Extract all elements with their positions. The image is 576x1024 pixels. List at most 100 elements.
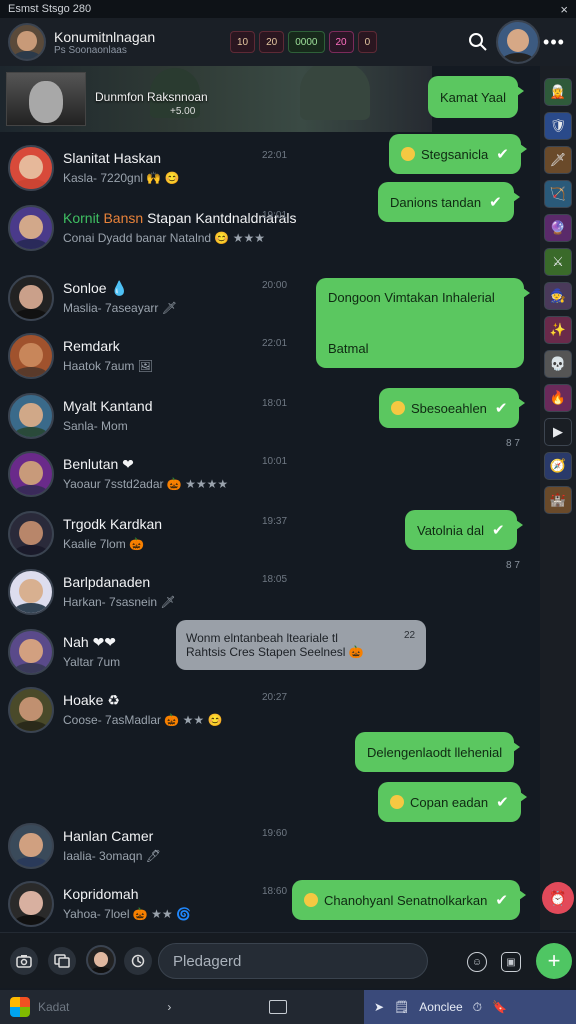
rail-app-icon[interactable]: 🏰	[544, 486, 572, 514]
message-bubble[interactable]: Danions tandan ✔	[378, 182, 520, 222]
note-icon[interactable]: 🗒	[394, 1000, 409, 1014]
avatar	[8, 145, 54, 191]
chat-list-item[interactable]: Sonloe 💧 Maslia- 7aseayarr 🗡 20:00	[0, 270, 300, 328]
taskbar-action[interactable]: Aonclee	[419, 1000, 462, 1014]
message-preview: Maslia- 7aseayarr 🗡	[63, 301, 177, 315]
send-arrow-icon[interactable]: ➤	[374, 1000, 384, 1014]
voice-icon[interactable]	[124, 947, 152, 975]
message-preview: Harkan- 7sasnein 🗡	[63, 595, 176, 609]
chat-timestamp: 22:01	[262, 338, 288, 349]
rail-app-icon[interactable]: 💀	[544, 350, 572, 378]
message-preview: Iaalia- 3omaqn 🖊	[63, 849, 161, 863]
rail-app-icon[interactable]: 🧙	[544, 282, 572, 310]
message-input[interactable]: Pledagerd ☺ ▣	[158, 943, 521, 979]
bookmark-icon[interactable]: 🔖	[492, 1000, 507, 1014]
checkmark-icon: ✔	[489, 194, 502, 211]
header-subtitle: Ps Soonaonlaas	[54, 44, 127, 56]
chat-list-item[interactable]: Slanitat Haskan Kasla- 7220gnl 🙌 😊 22:01	[0, 140, 300, 198]
chat-list-item[interactable]: Hanlan Camer Iaalia- 3omaqn 🖊 19:60	[0, 818, 300, 876]
avatar	[8, 629, 54, 675]
chat-list-item[interactable]: Remdark Haatok 7aum 🖼 22:01	[0, 328, 300, 386]
window-title: Esmst Stsgo 280	[8, 3, 92, 15]
chat-timestamp: 20:27	[262, 692, 288, 703]
game-banner[interactable]: Dunmfon Raksnnoan +5.00	[0, 66, 432, 132]
contact-name: Slanitat Haskan	[63, 150, 162, 166]
message-bubble[interactable]: Stegsanicla ✔	[389, 134, 527, 174]
chat-header: Konumitnlnagan Ps Soonaonlaas 10 20 0000…	[0, 18, 576, 66]
banner-sub: +5.00	[170, 106, 196, 117]
received-message-bubble[interactable]: Wonm elntanbeah lteariale tl Rahtsis Cre…	[176, 620, 426, 670]
message-text: Kamat Yaal	[440, 89, 507, 105]
message-bubble[interactable]: Vatolnia dal ✔	[405, 510, 523, 550]
close-icon[interactable]: ×	[560, 2, 568, 17]
rail-app-icon[interactable]: 🔥	[544, 384, 572, 412]
rail-app-icon[interactable]: 🗡	[544, 146, 572, 174]
checkmark-icon: ✔	[494, 400, 508, 417]
send-button[interactable]: +	[536, 943, 572, 979]
rail-app-icon[interactable]: 🧭	[544, 452, 572, 480]
chat-timestamp: 19:37	[262, 516, 288, 527]
chat-list-item[interactable]: Hoake ♻ Coose- 7asMadlar 🎃 ★★ 😊 20:27	[0, 682, 300, 740]
message-bubble[interactable]: Delengenlaodt llehenial	[355, 732, 521, 772]
message-text: Rahtsis Cres Stapen Seelnesl 🎃	[186, 645, 364, 659]
rail-app-icon[interactable]: 🛡	[544, 112, 572, 140]
taskbar-search[interactable]: Kadat	[38, 1000, 69, 1014]
rail-app-icon[interactable]: 🔮	[544, 214, 572, 242]
os-taskbar: Kadat › ➤ 🗒 Aonclee ⏱ 🔖	[0, 990, 576, 1024]
start-logo-icon[interactable]	[10, 997, 30, 1017]
avatar	[8, 205, 54, 251]
rail-app-icon[interactable]: ⚔	[544, 248, 572, 276]
profile-avatar[interactable]	[8, 23, 46, 61]
message-input-placeholder: Pledagerd	[173, 952, 242, 970]
contact-name-tag: Bansn	[103, 210, 144, 226]
chat-timestamp: 18:01	[262, 398, 288, 409]
message-bubble[interactable]: Kamat Yaal	[428, 76, 525, 118]
message-text: Danions tandan	[390, 194, 482, 210]
message-preview: Kaalie 7lom 🎃	[63, 537, 144, 551]
chevron-right-icon[interactable]: ›	[167, 1000, 171, 1014]
message-preview: Haatok 7aum 🖼	[63, 359, 153, 373]
tree-decoration	[300, 66, 370, 120]
message-composer: Pledagerd ☺ ▣ +	[0, 932, 576, 988]
message-time: 8 7	[506, 438, 520, 449]
message-bubble[interactable]: Sbesoeahlen ✔	[379, 388, 526, 428]
chat-list-item[interactable]: Trgodk Kardkan Kaalie 7lom 🎃 19:37	[0, 506, 300, 564]
message-bubble[interactable]: Copan eadan ✔	[378, 782, 527, 822]
chat-timestamp: 22:01	[262, 150, 288, 161]
message-text: Dongoon Vimtakan Inhalerial	[328, 290, 495, 305]
message-bubble[interactable]: Dongoon Vimtakan Inhalerial Batmal	[316, 278, 530, 368]
chat-list-item[interactable]: Myalt Kantand Sanla- Mom 18:01	[0, 388, 300, 446]
message-text: Delengenlaodt llehenial	[367, 744, 503, 760]
emoji-picker-icon[interactable]: ☺	[467, 952, 487, 972]
message-text: Sbesoeahlen	[411, 400, 487, 416]
rail-app-icon[interactable]: ✨	[544, 316, 572, 344]
clock-icon[interactable]: ⏱	[473, 1000, 482, 1015]
camera-icon[interactable]	[10, 947, 38, 975]
avatar	[8, 511, 54, 557]
search-icon[interactable]	[464, 28, 492, 56]
contact-name: Remdark	[63, 338, 120, 354]
rail-app-icon[interactable]: ▶	[544, 418, 572, 446]
hud-counter-5: 0	[357, 31, 378, 53]
message-bubble[interactable]: Chanohyanl Senatnolkarkan ✔	[292, 880, 526, 920]
contact-name: Hanlan Camer	[63, 828, 154, 844]
contact-avatar[interactable]	[496, 20, 540, 64]
message-preview: Sanla- Mom	[63, 419, 128, 433]
alarm-icon[interactable]: ⏰	[542, 882, 574, 914]
chat-list-item[interactable]: Kornit Bansn Stapan Kantdnaldnarals Conai…	[0, 200, 300, 258]
more-options-icon[interactable]: •••	[540, 32, 568, 53]
gallery-icon[interactable]	[48, 947, 76, 975]
attachment-icon[interactable]: ▣	[501, 952, 521, 972]
rail-app-icon[interactable]: 🧝	[544, 78, 572, 106]
window-icon[interactable]	[269, 1000, 288, 1014]
page-title: Konumitnlnagan	[54, 28, 156, 45]
chat-list-item[interactable]: Kopridomah Yahoa- 7loel 🎃 ★★ 🌀 18:60	[0, 876, 300, 934]
emoji-icon	[304, 893, 318, 907]
chat-timestamp: 20:00	[262, 280, 288, 291]
chat-list-item[interactable]: Benlutan ❤ Yaoaur 7sstd2adar 🎃 ★★★★ 10:01	[0, 446, 300, 504]
chat-list-item[interactable]: Barlpdanaden Harkan- 7sasnein 🗡 18:05	[0, 564, 300, 622]
game-hud: 10 20 0000 20 0	[230, 31, 378, 53]
rail-app-icon[interactable]: 🏹	[544, 180, 572, 208]
contact-name: Myalt Kantand	[63, 398, 153, 414]
sticker-avatar[interactable]	[86, 945, 116, 975]
